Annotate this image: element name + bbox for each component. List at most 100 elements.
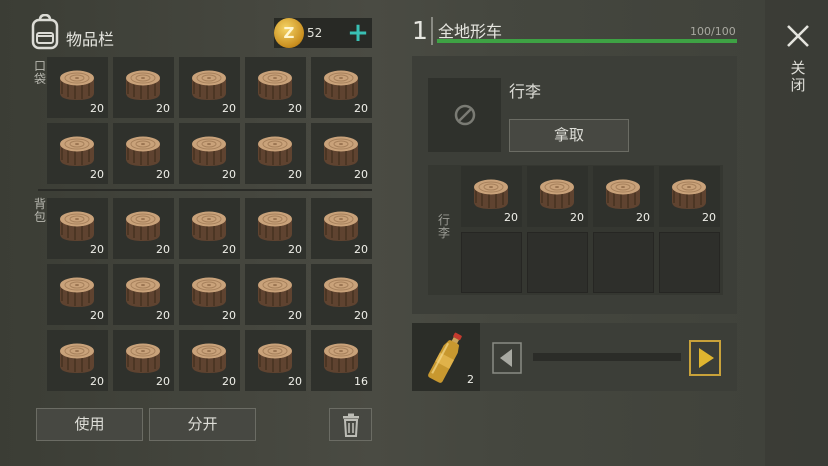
amount-slider[interactable]	[533, 353, 681, 361]
backpack-slot[interactable]: 20	[47, 198, 108, 259]
item-quantity: 20	[90, 309, 104, 322]
item-quantity: 20	[90, 168, 104, 181]
wood-log-icon	[258, 70, 292, 100]
trunk-title: 行李	[509, 82, 542, 101]
wood-log-icon	[60, 343, 94, 373]
backpack-slot[interactable]: 20	[245, 330, 306, 391]
trash-button[interactable]	[329, 408, 372, 441]
durability-bar	[437, 39, 737, 43]
wood-log-icon	[126, 136, 160, 166]
vehicle-number: 1	[412, 16, 428, 45]
previous-arrow-button[interactable]	[492, 342, 522, 374]
close-icon[interactable]	[784, 22, 812, 50]
wood-log-icon	[126, 343, 160, 373]
wood-log-icon	[192, 136, 226, 166]
backpack-icon	[30, 13, 60, 50]
trunk-slot[interactable]: 20	[593, 166, 654, 227]
take-button[interactable]: 拿取	[509, 119, 629, 152]
section-divider	[38, 189, 372, 191]
item-quantity: 20	[288, 102, 302, 115]
wood-log-icon	[60, 277, 94, 307]
trunk-slot[interactable]	[527, 232, 588, 293]
item-quantity: 20	[222, 102, 236, 115]
wood-log-icon	[60, 136, 94, 166]
pocket-slot[interactable]: 20	[47, 57, 108, 118]
pocket-slot[interactable]: 20	[47, 123, 108, 184]
trunk-slot[interactable]: 20	[461, 166, 522, 227]
pocket-slot[interactable]: 20	[311, 57, 372, 118]
inventory-title: 物品栏	[66, 30, 115, 49]
item-quantity: 20	[156, 102, 170, 115]
wood-log-icon	[324, 211, 358, 241]
backpack-slot[interactable]: 20	[113, 264, 174, 325]
backpack-slot[interactable]: 20	[311, 264, 372, 325]
backpack-slot[interactable]: 20	[245, 198, 306, 259]
title-separator	[431, 17, 433, 45]
item-quantity: 20	[636, 211, 650, 224]
coin-icon: Z	[274, 18, 304, 48]
durability-fill	[437, 39, 737, 43]
no-entry-icon	[454, 104, 476, 126]
backpack-slot[interactable]: 20	[179, 330, 240, 391]
item-quantity: 20	[288, 309, 302, 322]
trunk-slot[interactable]	[461, 232, 522, 293]
wood-log-icon	[192, 277, 226, 307]
backpack-slot[interactable]: 20	[113, 198, 174, 259]
backpack-slot[interactable]: 20	[179, 198, 240, 259]
wood-log-icon	[126, 277, 160, 307]
backpack-slot[interactable]: 20	[47, 264, 108, 325]
pocket-slot[interactable]: 20	[113, 123, 174, 184]
pocket-slot[interactable]: 20	[113, 57, 174, 118]
trash-icon	[342, 413, 359, 437]
trunk-slot[interactable]	[593, 232, 654, 293]
pocket-slot[interactable]: 20	[179, 57, 240, 118]
item-quantity: 20	[90, 102, 104, 115]
backpack-slot[interactable]: 20	[311, 198, 372, 259]
pocket-slot[interactable]: 20	[245, 57, 306, 118]
backpack-slot[interactable]: 20	[179, 264, 240, 325]
trunk-slot[interactable]: 20	[527, 166, 588, 227]
trunk-slot[interactable]	[659, 232, 720, 293]
item-quantity: 20	[288, 243, 302, 256]
wood-log-icon	[324, 277, 358, 307]
item-quantity: 20	[90, 243, 104, 256]
item-quantity: 20	[288, 168, 302, 181]
trunk-slot[interactable]: 20	[659, 166, 720, 227]
item-quantity: 20	[90, 375, 104, 388]
pocket-slot[interactable]: 20	[179, 123, 240, 184]
pocket-label: 口袋	[33, 59, 46, 86]
wood-log-icon	[192, 343, 226, 373]
item-quantity: 20	[354, 243, 368, 256]
backpack-slot[interactable]: 16	[311, 330, 372, 391]
fuel-quantity: 2	[467, 373, 474, 386]
use-button[interactable]: 使用	[36, 408, 143, 441]
wood-log-icon	[60, 211, 94, 241]
vehicle-durability: 100/100	[690, 25, 736, 38]
wood-log-icon	[126, 70, 160, 100]
item-quantity: 20	[156, 243, 170, 256]
item-quantity: 20	[504, 211, 518, 224]
wood-log-icon	[324, 70, 358, 100]
pocket-slot[interactable]: 20	[311, 123, 372, 184]
item-quantity: 20	[702, 211, 716, 224]
backpack-slot[interactable]: 20	[113, 330, 174, 391]
backpack-slot[interactable]: 20	[47, 330, 108, 391]
close-button[interactable]: 关闭	[790, 60, 806, 94]
wood-log-icon	[258, 136, 292, 166]
item-quantity: 20	[222, 309, 236, 322]
add-coins-button[interactable]: +	[346, 18, 370, 48]
item-quantity: 20	[354, 102, 368, 115]
wood-log-icon	[258, 277, 292, 307]
wood-log-icon	[192, 70, 226, 100]
pocket-slot[interactable]: 20	[245, 123, 306, 184]
next-arrow-button[interactable]	[689, 340, 721, 376]
item-quantity: 20	[222, 375, 236, 388]
item-quantity: 20	[354, 309, 368, 322]
wood-log-icon	[474, 179, 508, 209]
backpack-slot[interactable]: 20	[245, 264, 306, 325]
wood-log-icon	[324, 136, 358, 166]
coin-balance: Z 52 +	[274, 18, 372, 48]
split-button[interactable]: 分开	[149, 408, 256, 441]
item-quantity: 16	[354, 375, 368, 388]
wood-log-icon	[606, 179, 640, 209]
